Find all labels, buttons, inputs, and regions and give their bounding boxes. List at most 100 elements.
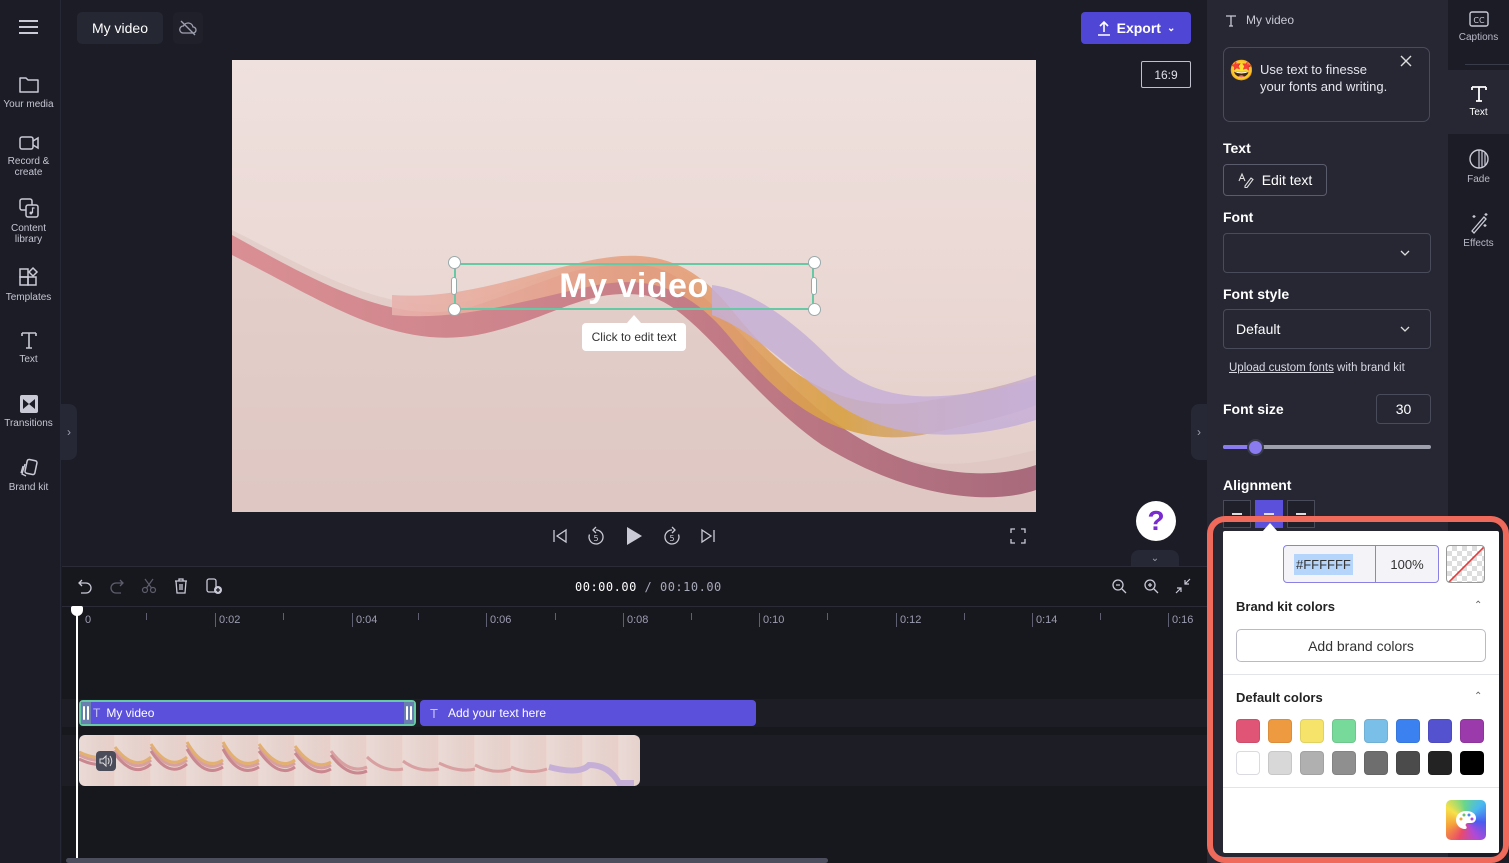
undo-button[interactable] — [75, 576, 95, 596]
timeline-ruler[interactable]: 0 0:02 0:04 0:06 0:08 0:10 0:12 0:14 0:1… — [62, 606, 1208, 632]
nav-label: Content library — [10, 223, 47, 245]
clip-volume-button[interactable] — [96, 751, 116, 771]
resize-handle-bottom-left[interactable] — [448, 303, 461, 316]
chevron-right-icon: › — [1197, 425, 1201, 439]
play-button[interactable] — [623, 525, 645, 547]
color-swatch[interactable] — [1460, 751, 1484, 775]
svg-text:5: 5 — [669, 534, 674, 543]
tab-text[interactable]: Text — [1448, 70, 1509, 134]
upload-icon — [1097, 20, 1111, 36]
resize-handle-left[interactable] — [451, 277, 457, 295]
zoom-in-button[interactable] — [1141, 576, 1161, 596]
chevron-down-icon: ⌄ — [1166, 22, 1176, 34]
duplicate-add-icon — [205, 577, 223, 595]
skip-to-start-button[interactable] — [549, 525, 571, 547]
color-swatch[interactable] — [1268, 719, 1292, 743]
redo-icon — [109, 578, 125, 594]
fullscreen-button[interactable] — [1007, 525, 1029, 547]
nav-transitions[interactable]: Transitions — [0, 394, 57, 429]
video-camera-icon — [0, 134, 57, 152]
color-swatch[interactable] — [1428, 719, 1452, 743]
left-navigation: Your media Record & create Content libra… — [0, 0, 61, 863]
edit-text-button[interactable]: Edit text — [1223, 164, 1327, 196]
resize-handle-right[interactable] — [811, 277, 817, 295]
nav-content-library[interactable]: Content library — [0, 197, 57, 245]
nav-label: Transitions — [4, 418, 53, 429]
color-swatch[interactable] — [1428, 751, 1452, 775]
playhead-line[interactable] — [76, 614, 78, 863]
tab-captions[interactable]: CC Captions — [1448, 10, 1509, 65]
hamburger-icon[interactable] — [18, 19, 39, 35]
tab-fade[interactable]: Fade — [1448, 148, 1509, 202]
popover-divider — [1223, 787, 1499, 788]
opacity-input[interactable]: 100% — [1376, 546, 1438, 582]
color-swatch[interactable] — [1332, 751, 1356, 775]
help-button[interactable]: ? — [1136, 501, 1176, 541]
hex-input[interactable]: #FFFFFF — [1284, 546, 1376, 582]
chevron-up-icon[interactable]: ⌃ — [1474, 600, 1482, 611]
ruler-minor-tick — [827, 613, 828, 620]
chevron-up-icon[interactable]: ⌃ — [1474, 691, 1482, 702]
project-title-button[interactable]: My video — [77, 12, 163, 44]
transparent-color-swatch[interactable] — [1446, 545, 1485, 583]
effects-wand-icon — [1448, 212, 1509, 234]
color-swatch[interactable] — [1300, 751, 1324, 775]
fit-timeline-button[interactable] — [1173, 576, 1193, 596]
font-select[interactable] — [1223, 233, 1431, 273]
play-icon — [625, 526, 643, 546]
ruler-minor-tick — [146, 613, 147, 620]
skip-back-icon — [552, 528, 568, 544]
nav-templates[interactable]: Templates — [0, 266, 57, 303]
redo-button[interactable] — [107, 576, 127, 596]
rewind-5s-button[interactable]: 5 — [585, 525, 607, 547]
text-clip-add-text[interactable]: T Add your text here — [420, 700, 756, 726]
close-icon[interactable] — [1399, 54, 1413, 68]
resize-handle-bottom-right[interactable] — [808, 303, 821, 316]
clip-trim-handle-right[interactable] — [404, 702, 414, 724]
resize-handle-top-right[interactable] — [808, 256, 821, 269]
zoom-out-button[interactable] — [1109, 576, 1129, 596]
font-size-input[interactable]: 30 — [1376, 394, 1431, 424]
color-swatch[interactable] — [1364, 751, 1388, 775]
color-swatch[interactable] — [1396, 719, 1420, 743]
color-swatch[interactable] — [1332, 719, 1356, 743]
video-clip[interactable] — [79, 735, 640, 786]
nav-record-create[interactable]: Record & create — [0, 134, 57, 178]
custom-color-picker-button[interactable] — [1446, 800, 1486, 840]
color-swatch[interactable] — [1300, 719, 1324, 743]
collapse-right-panel-button[interactable]: › — [1191, 404, 1207, 460]
nav-your-media[interactable]: Your media — [0, 75, 57, 110]
alignment-label: Alignment — [1223, 477, 1292, 493]
delete-button[interactable] — [171, 576, 191, 596]
edit-text-tooltip: Click to edit text — [582, 323, 686, 351]
chevron-down-icon: ⌄ — [1150, 552, 1160, 564]
color-swatch[interactable] — [1396, 751, 1420, 775]
split-button[interactable] — [139, 576, 159, 596]
default-colors-title: Default colors — [1236, 690, 1323, 705]
preview-overlay-text[interactable]: My video — [454, 263, 814, 310]
skip-to-end-button[interactable] — [697, 525, 719, 547]
color-swatch[interactable] — [1236, 751, 1260, 775]
resize-handle-top-left[interactable] — [448, 256, 461, 269]
tab-effects[interactable]: Effects — [1448, 212, 1509, 266]
nav-text[interactable]: Text — [0, 330, 57, 365]
expand-left-panel-button[interactable]: › — [61, 404, 77, 460]
color-swatch[interactable] — [1268, 751, 1292, 775]
color-swatch[interactable] — [1460, 719, 1484, 743]
forward-5s-button[interactable]: 5 — [661, 525, 683, 547]
add-to-timeline-button[interactable] — [204, 576, 224, 596]
export-button[interactable]: Export ⌄ — [1081, 12, 1191, 44]
upload-custom-fonts-link[interactable]: Upload custom fonts — [1229, 362, 1334, 374]
nav-brand-kit[interactable]: Brand kit — [0, 458, 57, 493]
aspect-ratio-button[interactable]: 16:9 — [1141, 61, 1191, 88]
no-color-slash-icon — [1447, 546, 1484, 582]
add-brand-colors-button[interactable]: Add brand colors — [1236, 629, 1486, 662]
color-swatch[interactable] — [1364, 719, 1388, 743]
collapse-preview-button[interactable]: ⌄ — [1131, 550, 1179, 566]
clip-trim-handle-left[interactable] — [81, 702, 91, 724]
color-swatch[interactable] — [1236, 719, 1260, 743]
cloud-status-button[interactable] — [173, 12, 203, 44]
timeline-horizontal-scrollbar[interactable] — [66, 858, 828, 863]
font-style-select[interactable]: Default — [1223, 309, 1431, 349]
text-clip-my-video[interactable]: T My video — [79, 700, 416, 726]
